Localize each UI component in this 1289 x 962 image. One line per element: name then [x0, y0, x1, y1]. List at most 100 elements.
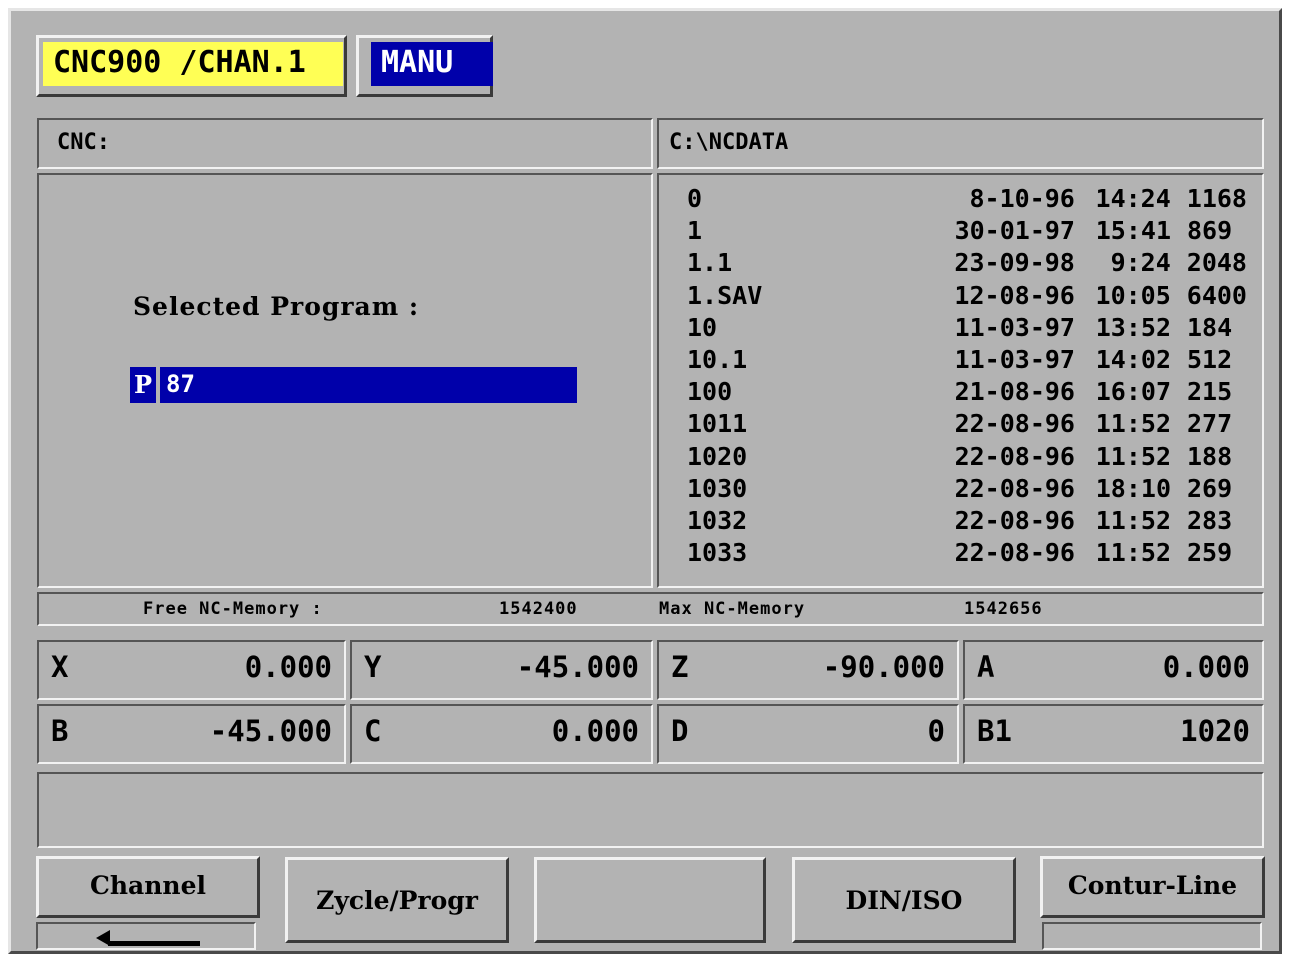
file-date: 8-10-96 — [969, 184, 1075, 213]
selected-program-label: Selected Program : — [133, 292, 420, 321]
axis-d: D 0 — [657, 704, 959, 764]
program-panel: Selected Program : P 87 — [37, 173, 653, 588]
file-time: 9:24 — [1110, 248, 1171, 278]
file-name: 1011 — [687, 409, 748, 439]
file-date: 22-08-96 — [954, 473, 1075, 503]
axis-c: C 0.000 — [350, 704, 653, 764]
program-input[interactable]: P 87 — [130, 367, 577, 403]
file-time: 15:41 — [1095, 216, 1171, 246]
axis-name: X — [51, 650, 69, 684]
file-list-panel: 0 8-10-96 14:24 1168 1 30-01-97 15:41 869 1.1 23-… — [657, 173, 1264, 588]
file-row[interactable]: 1.SAV 12-08-96 10:05 6400 — [687, 280, 1247, 312]
file-name: 1 — [687, 216, 703, 246]
file-time: 10:05 — [1095, 280, 1171, 310]
max-memory-label: Max NC-Memory — [659, 599, 806, 619]
data-path: C:\NCDATA — [669, 130, 789, 155]
softkey-channel[interactable]: Channel — [36, 856, 260, 918]
file-size: 184 — [1187, 312, 1233, 342]
file-list: 0 8-10-96 14:24 1168 1 30-01-97 15:41 869 1.1 23-… — [687, 183, 1247, 569]
softkey-zycle-progr[interactable]: Zycle/Progr — [285, 857, 509, 943]
axis-y: Y -45.000 — [350, 640, 653, 700]
memory-bar: Free NC-Memory : 1542400 Max NC-Memory 1… — [37, 592, 1264, 626]
channel-label: CNC900 /CHAN.1 — [43, 42, 343, 86]
file-date: 12-08-96 — [954, 280, 1075, 310]
softkey-label: Channel — [89, 871, 207, 900]
program-value: 87 — [166, 370, 195, 398]
axis-name: B1 — [977, 714, 1012, 748]
file-date: 22-08-96 — [954, 538, 1075, 568]
axis-value: 0.000 — [1162, 650, 1250, 684]
softkey-label: Contur-Line — [1067, 871, 1238, 900]
softkey-label: DIN/ISO — [845, 886, 963, 915]
file-row[interactable]: 1032 22-08-96 11:52 283 — [687, 505, 1247, 537]
free-memory-label: Free NC-Memory : — [143, 599, 323, 619]
axis-name: Y — [364, 650, 382, 684]
axis-name: A — [977, 650, 995, 684]
file-row[interactable]: 0 8-10-96 14:24 1168 — [687, 183, 1247, 215]
axis-value: 0.000 — [551, 714, 639, 748]
file-size: 269 — [1187, 473, 1233, 503]
file-size: 6400 — [1186, 280, 1247, 310]
axis-value: -45.000 — [209, 714, 332, 748]
file-row[interactable]: 10.1 11-03-97 14:02 512 — [687, 344, 1247, 376]
axis-b: B -45.000 — [37, 704, 346, 764]
file-size: 215 — [1187, 377, 1233, 407]
file-size: 259 — [1187, 538, 1233, 568]
axis-name: Z — [671, 650, 689, 684]
mode-tag-frame: MANU — [356, 35, 493, 97]
file-name: 1.1 — [687, 248, 733, 278]
file-size: 869 — [1187, 216, 1233, 246]
cnc-title-bar: CNC: — [37, 118, 653, 169]
file-time: 13:52 — [1095, 312, 1171, 342]
axis-name: C — [364, 714, 382, 748]
file-name: 1020 — [687, 441, 748, 471]
file-name: 10 — [687, 312, 718, 342]
axis-value: 0.000 — [244, 650, 332, 684]
axis-name: B — [51, 714, 69, 748]
file-row[interactable]: 1030 22-08-96 18:10 269 — [687, 473, 1247, 505]
axis-name: D — [671, 714, 689, 748]
file-row[interactable]: 1.1 23-09-98 9:24 2048 — [687, 247, 1247, 279]
axis-a: A 0.000 — [963, 640, 1264, 700]
file-date: 22-08-96 — [954, 409, 1075, 439]
file-date: 21-08-96 — [954, 377, 1075, 407]
file-size: 277 — [1187, 409, 1233, 439]
file-row[interactable]: 100 21-08-96 16:07 215 — [687, 376, 1247, 408]
file-row[interactable]: 10 11-03-97 13:52 184 — [687, 312, 1247, 344]
file-name: 0 — [687, 184, 703, 213]
program-prefix: P — [130, 367, 160, 403]
file-size: 188 — [1187, 441, 1233, 471]
file-size: 512 — [1187, 345, 1233, 375]
file-size: 283 — [1187, 506, 1233, 536]
file-time: 16:07 — [1095, 377, 1171, 407]
file-date: 22-08-96 — [954, 441, 1075, 471]
file-date: 22-08-96 — [954, 506, 1075, 536]
max-memory-value: 1542656 — [964, 599, 1043, 619]
file-size: 1168 — [1186, 184, 1247, 213]
file-time: 11:52 — [1095, 409, 1171, 439]
file-date: 30-01-97 — [954, 216, 1075, 246]
axis-value: -45.000 — [516, 650, 639, 684]
contur-line-indicator[interactable] — [1042, 922, 1262, 950]
file-date: 23-09-98 — [954, 248, 1075, 278]
channel-tag-frame: CNC900 /CHAN.1 — [36, 35, 347, 97]
file-row[interactable]: 1011 22-08-96 11:52 277 — [687, 408, 1247, 440]
file-size: 2048 — [1186, 248, 1247, 278]
axis-value: -90.000 — [822, 650, 945, 684]
file-date: 11-03-97 — [954, 312, 1075, 342]
file-time: 11:52 — [1095, 506, 1171, 536]
softkey-din-iso[interactable]: DIN/ISO — [792, 857, 1016, 943]
softkey-contur-line[interactable]: Contur-Line — [1040, 856, 1265, 918]
file-name: 1030 — [687, 473, 748, 503]
cnc-title: CNC: — [57, 130, 110, 155]
file-row[interactable]: 1 30-01-97 15:41 869 — [687, 215, 1247, 247]
file-time: 14:24 — [1095, 184, 1171, 213]
file-name: 1032 — [687, 506, 748, 536]
file-row[interactable]: 1020 22-08-96 11:52 188 — [687, 441, 1247, 473]
file-name: 1033 — [687, 538, 748, 568]
softkey-empty[interactable] — [534, 857, 766, 943]
softkey-label: Zycle/Progr — [316, 886, 478, 915]
file-time: 11:52 — [1095, 538, 1171, 568]
channel-indicator[interactable] — [36, 922, 256, 950]
file-row[interactable]: 1033 22-08-96 11:52 259 — [687, 537, 1247, 569]
